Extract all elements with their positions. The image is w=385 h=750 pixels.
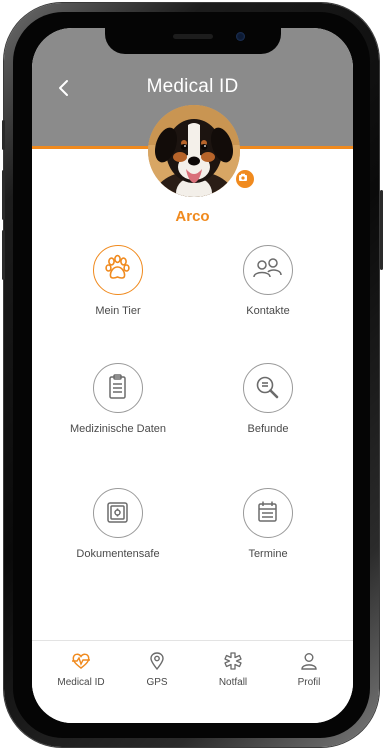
front-camera [236, 32, 245, 41]
befunde-label: Befunde [247, 423, 289, 435]
bottom-navigation: Medical ID GPS Notfall Profil [32, 640, 353, 723]
pet-avatar[interactable] [148, 105, 240, 197]
mein-tier-circle [93, 245, 143, 295]
menu-tile-termine[interactable]: Termine [193, 488, 343, 578]
menu-tile-medizinische-daten[interactable]: Medizinische Daten [43, 363, 193, 453]
nav-profil[interactable]: Profil [274, 651, 344, 695]
menu-tile-befunde[interactable]: Befunde [193, 363, 343, 453]
location-pin-icon [150, 652, 164, 671]
termine-circle [243, 488, 293, 538]
paw-icon [105, 254, 130, 279]
dog-photo [148, 105, 240, 197]
clipboard-icon [109, 374, 126, 399]
side-button-left-upper [2, 120, 5, 150]
nav-gps-label: GPS [146, 677, 168, 688]
pet-name: Arco [175, 208, 210, 225]
nav-notfall-label: Notfall [218, 677, 248, 688]
nav-medical-id[interactable]: Medical ID [46, 651, 116, 695]
safe-icon [107, 502, 128, 523]
camera-icon [239, 173, 247, 181]
kontakte-label: Kontakte [246, 305, 290, 317]
termine-label: Termine [248, 548, 288, 560]
menu-tile-kontakte[interactable]: Kontakte [193, 245, 343, 335]
phone-notch [105, 28, 281, 54]
side-button-left-middle [2, 170, 5, 220]
app-screen: Medical ID Arco Mein Tier Kontakte Mediz… [32, 28, 353, 723]
dokumentensafe-label: Dokumentensafe [76, 548, 160, 560]
side-button-left-lower [2, 230, 5, 280]
calendar-icon [258, 501, 277, 522]
user-icon [301, 653, 317, 670]
nav-medical-id-label: Medical ID [57, 677, 105, 688]
menu-tile-dokumentensafe[interactable]: Dokumentensafe [43, 488, 193, 578]
nav-gps[interactable]: GPS [122, 651, 192, 695]
change-photo-button[interactable] [234, 168, 256, 190]
heart-pulse-icon [72, 653, 90, 669]
medizinische-daten-label: Medizinische Daten [70, 423, 166, 435]
menu-tile-mein-tier[interactable]: Mein Tier [43, 245, 193, 335]
nav-notfall[interactable]: Notfall [198, 651, 268, 695]
medizinische-daten-circle [93, 363, 143, 413]
findings-search-icon [256, 376, 279, 399]
dokumentensafe-circle [93, 488, 143, 538]
speaker-grille [173, 34, 213, 39]
page-title: Medical ID [146, 76, 239, 97]
nav-profil-label: Profil [297, 677, 321, 688]
contacts-icon [253, 258, 282, 278]
side-button-right [380, 190, 383, 270]
kontakte-circle [243, 245, 293, 295]
befunde-circle [243, 363, 293, 413]
medical-cross-icon [224, 652, 242, 670]
mein-tier-label: Mein Tier [95, 305, 141, 317]
